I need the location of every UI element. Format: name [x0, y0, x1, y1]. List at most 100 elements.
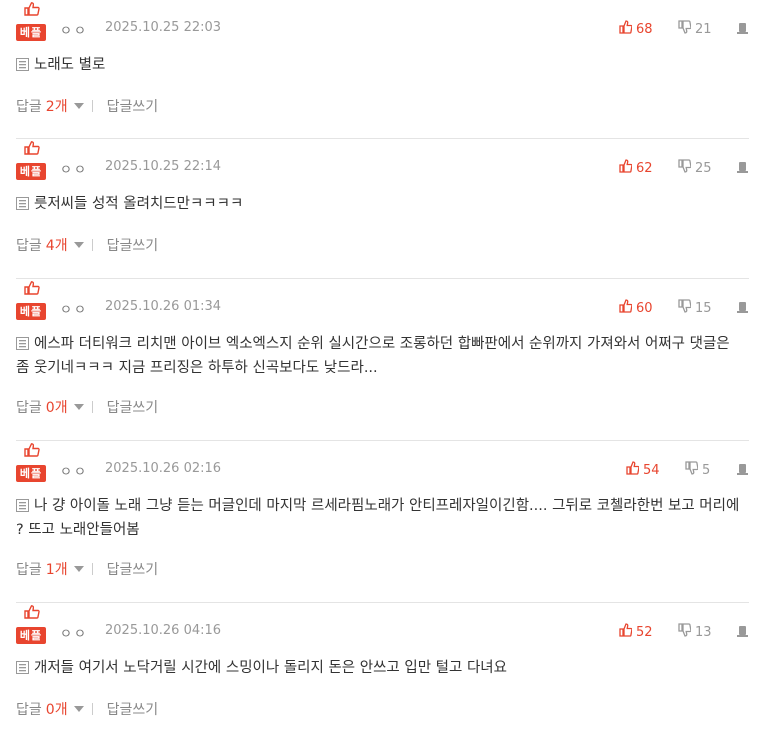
write-reply-button[interactable]: 답글쓰기: [107, 235, 159, 255]
reply-count: 0개: [45, 400, 68, 416]
nickname[interactable]: ㅇㅇ: [60, 20, 88, 39]
divider: [91, 703, 93, 715]
divider: [91, 563, 93, 575]
reply-label: 답글: [16, 238, 42, 254]
reply-toggle[interactable]: 답글 0개: [16, 397, 92, 417]
like-button[interactable]: 60: [619, 299, 653, 317]
report-icon[interactable]: [736, 159, 749, 173]
report-icon[interactable]: [736, 461, 749, 475]
comment-body: 나 걍 아이돌 노래 그냥 듣는 머글인데 마지막 르세라핌노래가 안티프레자일…: [16, 494, 746, 542]
comment-item: 베플 ㅇㅇ 2025.10.26 02:16 54 5 나 걍 아이돌 노래 그…: [16, 441, 749, 603]
nickname[interactable]: ㅇㅇ: [60, 159, 88, 178]
thumbs-up-icon: [619, 623, 636, 641]
comment-item: 베플 ㅇㅇ 2025.10.25 22:14 62 25 릇저씨들 성적 올려치…: [16, 139, 749, 279]
like-button[interactable]: 62: [619, 159, 653, 177]
dislike-count: 21: [695, 21, 712, 37]
comment-item: 베플 ㅇㅇ 2025.10.26 01:34 60 15 에스파 더티워크 리치…: [16, 279, 749, 441]
write-reply-button[interactable]: 답글쓰기: [107, 397, 159, 417]
comment-text: 노래도 별로: [34, 57, 106, 73]
thumbs-down-icon: [678, 20, 695, 38]
like-count: 52: [636, 624, 653, 640]
comment-actions: 답글 0개 답글쓰기: [16, 397, 158, 417]
thumbs-up-icon: [24, 280, 40, 295]
comment-header: 베플 ㅇㅇ 2025.10.25 22:14 62 25: [16, 139, 749, 183]
comment-header: 베플 ㅇㅇ 2025.10.26 02:16 54 5: [16, 441, 749, 485]
like-count: 54: [643, 462, 660, 478]
report-icon[interactable]: [736, 623, 749, 637]
reply-count: 1개: [45, 562, 68, 578]
chevron-down-icon: [73, 566, 84, 572]
comment-actions: 답글 4개 답글쓰기: [16, 235, 158, 255]
comment-header: 베플 ㅇㅇ 2025.10.26 01:34 60 15: [16, 279, 749, 323]
nickname[interactable]: ㅇㅇ: [60, 461, 88, 480]
reply-label: 답글: [16, 702, 42, 718]
divider: [91, 401, 93, 413]
reply-count: 4개: [45, 238, 68, 254]
thumbs-up-icon: [619, 20, 636, 38]
reply-label: 답글: [16, 400, 42, 416]
comment-item: 베플 ㅇㅇ 2025.10.25 22:03 68 21 노래도 별로 답글 2…: [16, 0, 749, 139]
report-icon[interactable]: [736, 20, 749, 34]
comment-header: 베플 ㅇㅇ 2025.10.25 22:03 68 21: [16, 0, 749, 44]
report-icon[interactable]: [736, 299, 749, 313]
write-reply-button[interactable]: 답글쓰기: [107, 699, 159, 719]
timestamp: 2025.10.25 22:14: [105, 159, 222, 174]
dislike-button[interactable]: 21: [678, 20, 712, 38]
reply-toggle[interactable]: 답글 4개: [16, 235, 92, 255]
reply-toggle[interactable]: 답글 0개: [16, 699, 92, 719]
dislike-count: 25: [695, 160, 712, 176]
thumbs-up-icon: [619, 299, 636, 317]
dislike-button[interactable]: 5: [685, 461, 710, 479]
chevron-down-icon: [73, 706, 84, 712]
thumbs-up-icon: [24, 1, 40, 16]
comment-list: 베플 ㅇㅇ 2025.10.25 22:03 68 21 노래도 별로 답글 2…: [0, 0, 765, 735]
comment-actions: 답글 0개 답글쓰기: [16, 699, 158, 719]
divider: [91, 100, 93, 112]
best-label: 베플: [16, 24, 46, 41]
nickname[interactable]: ㅇㅇ: [60, 623, 88, 642]
dislike-count: 13: [695, 624, 712, 640]
best-label: 베플: [16, 465, 46, 482]
best-label: 베플: [16, 303, 46, 320]
reply-toggle[interactable]: 답글 1개: [16, 559, 92, 579]
write-reply-button[interactable]: 답글쓰기: [107, 96, 159, 116]
like-count: 68: [636, 21, 653, 37]
comment-text: 나 걍 아이돌 노래 그냥 듣는 머글인데 마지막 르세라핌노래가 안티프레자일…: [16, 498, 740, 538]
reply-toggle[interactable]: 답글 2개: [16, 96, 92, 116]
thumbs-up-icon: [626, 461, 643, 479]
timestamp: 2025.10.26 01:34: [105, 299, 222, 314]
reply-count: 0개: [45, 702, 68, 718]
dislike-count: 15: [695, 300, 712, 316]
timestamp: 2025.10.26 04:16: [105, 623, 222, 638]
reply-label: 답글: [16, 562, 42, 578]
thumbs-up-icon: [24, 140, 40, 155]
dislike-button[interactable]: 13: [678, 623, 712, 641]
dislike-button[interactable]: 15: [678, 299, 712, 317]
comment-body: 노래도 별로: [16, 53, 746, 77]
comment-body: 릇저씨들 성적 올려치드만ㅋㅋㅋㅋ: [16, 192, 746, 216]
dislike-button[interactable]: 25: [678, 159, 712, 177]
timestamp: 2025.10.26 02:16: [105, 461, 222, 476]
thumbs-down-icon: [678, 623, 695, 641]
write-reply-button[interactable]: 답글쓰기: [107, 559, 159, 579]
thumbs-down-icon: [678, 159, 695, 177]
comment-body: 개저들 여기서 노닥거릴 시간에 스밍이나 돌리지 돈은 안쓰고 입만 털고 다…: [16, 656, 746, 680]
document-icon: [16, 334, 29, 350]
reply-count: 2개: [45, 99, 68, 115]
document-icon: [16, 496, 29, 512]
comment-text: 에스파 더티워크 리치맨 아이브 엑소엑스지 순위 실시간으로 조롱하던 합빠판…: [16, 336, 730, 376]
comment-text: 릇저씨들 성적 올려치드만ㅋㅋㅋㅋ: [34, 196, 244, 212]
document-icon: [16, 194, 29, 210]
like-button[interactable]: 68: [619, 20, 653, 38]
nickname[interactable]: ㅇㅇ: [60, 299, 88, 318]
like-button[interactable]: 54: [626, 461, 660, 479]
comment-actions: 답글 2개 답글쓰기: [16, 96, 158, 116]
comment-header: 베플 ㅇㅇ 2025.10.26 04:16 52 13: [16, 603, 749, 647]
chevron-down-icon: [73, 404, 84, 410]
document-icon: [16, 55, 29, 71]
thumbs-down-icon: [685, 461, 702, 479]
comment-actions: 답글 1개 답글쓰기: [16, 559, 158, 579]
like-button[interactable]: 52: [619, 623, 653, 641]
thumbs-up-icon: [619, 159, 636, 177]
best-label: 베플: [16, 163, 46, 180]
